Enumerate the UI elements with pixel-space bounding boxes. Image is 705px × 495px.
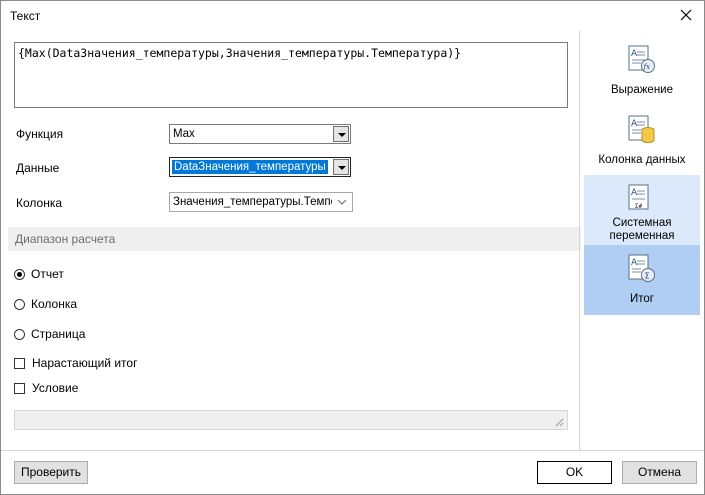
radio-column[interactable]: Колонка [14,297,77,311]
radio-label: Страница [31,327,86,341]
function-value: Max [173,128,195,140]
chevron-down-icon[interactable] [337,197,347,207]
checkbox-box [14,357,25,369]
sidebar-item-summary[interactable]: A Σ Итог [584,245,700,315]
svg-text:Σ#: Σ# [635,203,643,210]
data-label: Данные [16,161,60,175]
radio-page[interactable]: Страница [14,327,85,341]
data-value: DataЗначения_температуры [172,160,328,174]
checkbox-box [14,382,25,394]
system-variable-icon: A Σ# [628,184,649,210]
cancel-button[interactable]: Отмена [622,461,697,484]
svg-text:A: A [631,258,638,268]
data-column-icon: A [628,115,655,143]
svg-text:A: A [631,119,638,129]
radio-label: Колонка [31,297,78,311]
cumulative-total-checkbox[interactable]: Нарастающий итог [14,356,137,370]
close-icon [680,9,692,21]
expression-text: {Max(DataЗначения_температуры,Значения_т… [18,46,462,60]
text-editor-dialog: Текст {Max(DataЗначения_температуры,Знач… [0,0,705,495]
range-section-header: Диапазон расчета [8,227,581,251]
radio-circle [14,298,25,310]
expression-editor[interactable]: {Max(DataЗначения_температуры,Значения_т… [14,42,568,108]
resize-grip-icon [555,418,564,427]
checkbox-label: Нарастающий итог [32,356,138,370]
summary-sigma-icon: A Σ [628,254,655,282]
radio-report[interactable]: Отчет [14,267,64,281]
svg-text:Σ: Σ [645,272,650,281]
sidebar-item-data-column[interactable]: A Колонка данных [584,106,700,176]
data-dropdown[interactable]: DataЗначения_температуры [169,157,351,177]
svg-text:A: A [631,49,638,59]
function-dropdown[interactable]: Max [169,124,351,144]
column-value: Значения_температуры.Темпер [173,196,332,208]
condition-checkbox[interactable]: Условие [14,381,78,395]
dropdown-arrow-icon[interactable] [333,126,349,142]
sidebar-item-label: Системная переменная [609,217,675,242]
expression-fx-icon: A fx [628,45,655,73]
column-label: Колонка [16,196,63,210]
checkbox-label: Условие [32,381,79,395]
sidebar-item-label: Выражение [611,84,673,96]
footer-divider [1,450,704,451]
radio-circle [14,268,25,280]
svg-text:fx: fx [643,63,651,71]
sidebar-divider [579,31,580,451]
radio-label: Отчет [31,267,64,281]
sidebar-item-label: Итог [630,293,654,305]
dropdown-arrow-icon[interactable] [333,159,349,175]
column-dropdown[interactable]: Значения_температуры.Темпер [169,192,353,212]
ok-button[interactable]: OK [537,461,612,484]
sidebar-item-expression[interactable]: A fx Выражение [584,36,700,106]
sidebar-item-system-variable[interactable]: A Σ# Системная переменная [584,175,700,245]
function-label: Функция [16,127,64,141]
check-button[interactable]: Проверить [14,461,88,484]
radio-circle [14,328,25,340]
title-bar: Текст [1,1,704,31]
condition-expression-field [14,410,568,430]
close-button[interactable] [674,3,698,27]
sidebar-item-label: Колонка данных [598,154,686,166]
window-title: Текст [10,9,41,23]
svg-text:A: A [631,188,638,198]
